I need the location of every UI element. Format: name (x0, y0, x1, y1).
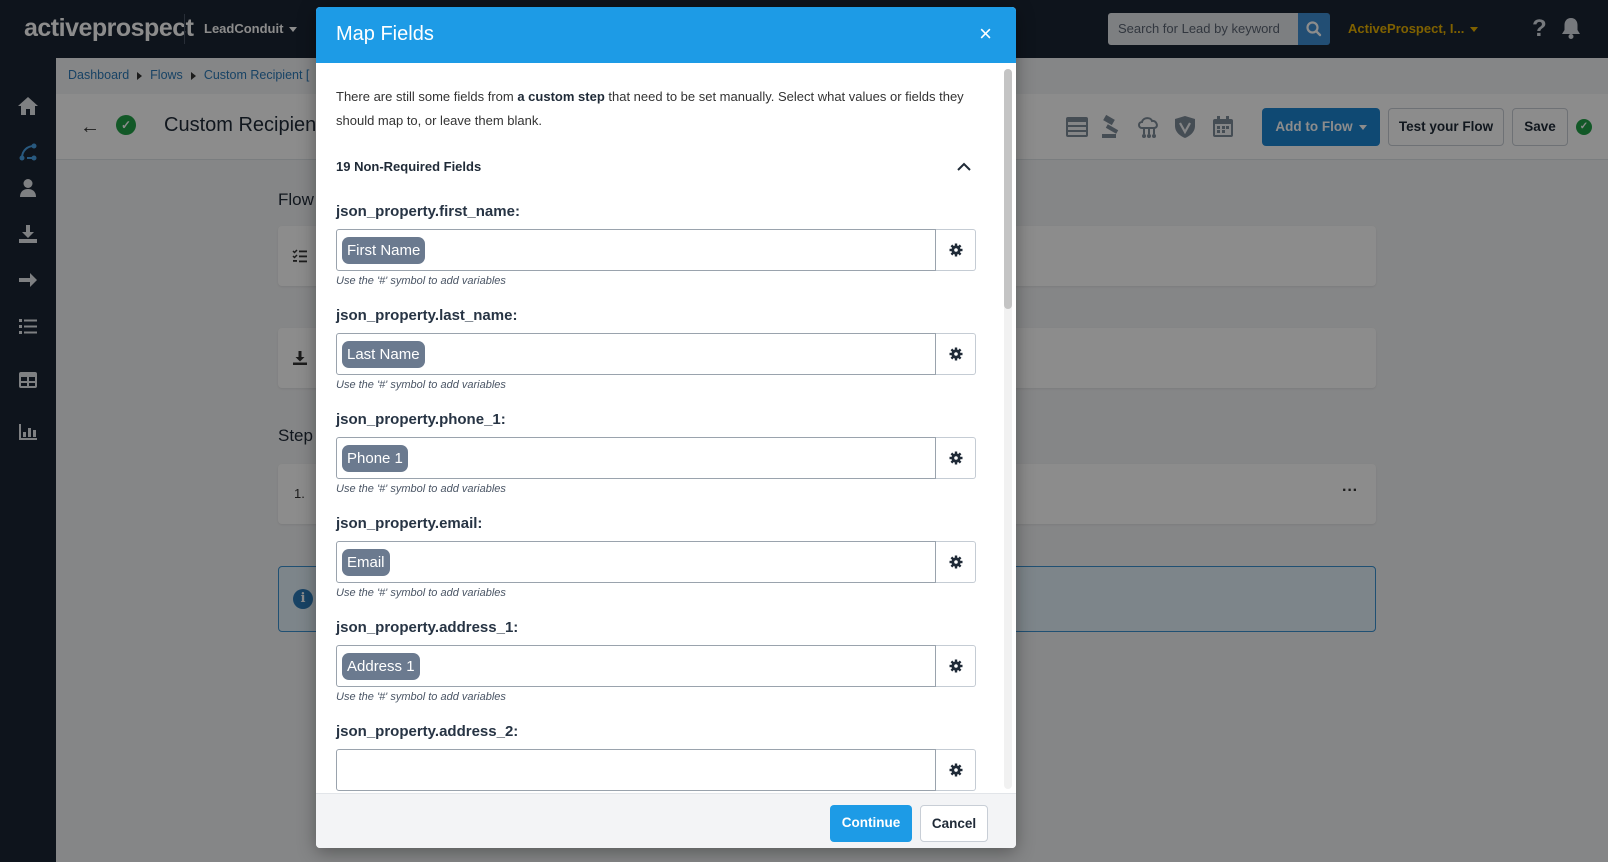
field-first-name: json_property.first_name: First Name Use… (336, 203, 976, 307)
gear-icon (949, 451, 962, 465)
first-name-mapping-input[interactable]: First Name (336, 229, 936, 271)
modal-title: Map Fields (336, 23, 434, 45)
gear-icon (949, 763, 962, 777)
field-settings-button[interactable] (936, 749, 976, 791)
variable-token[interactable]: Address 1 (342, 653, 420, 680)
intro-text-emphasis: a custom step (517, 89, 605, 104)
field-hint: Use the '#' symbol to add variables (336, 691, 506, 703)
field-address-1: json_property.address_1: Address 1 Use t… (336, 619, 976, 723)
field-phone-1: json_property.phone_1: Phone 1 Use the '… (336, 411, 976, 515)
field-email: json_property.email: Email Use the '#' s… (336, 515, 976, 619)
non-required-fields-heading[interactable]: 19 Non-Required Fields (336, 159, 481, 174)
continue-button[interactable]: Continue (830, 805, 912, 842)
field-label: json_property.address_2: (336, 723, 519, 740)
email-mapping-input[interactable]: Email (336, 541, 936, 583)
variable-token[interactable]: Last Name (342, 341, 425, 368)
field-settings-button[interactable] (936, 645, 976, 687)
last-name-mapping-input[interactable]: Last Name (336, 333, 936, 375)
field-settings-button[interactable] (936, 437, 976, 479)
gear-icon (949, 243, 962, 257)
field-label: json_property.first_name: (336, 203, 520, 220)
field-hint: Use the '#' symbol to add variables (336, 587, 506, 599)
field-label: json_property.phone_1: (336, 411, 506, 428)
field-hint: Use the '#' symbol to add variables (336, 483, 506, 495)
field-hint: Use the '#' symbol to add variables (336, 379, 506, 391)
field-hint: Use the '#' symbol to add variables (336, 275, 506, 287)
field-settings-button[interactable] (936, 229, 976, 271)
gear-icon (949, 555, 962, 569)
modal-scrollbar-thumb[interactable] (1004, 69, 1012, 309)
field-address-2: json_property.address_2: (336, 723, 976, 793)
field-settings-button[interactable] (936, 541, 976, 583)
field-settings-button[interactable] (936, 333, 976, 375)
field-label: json_property.address_1: (336, 619, 519, 636)
intro-text-start: There are still some fields from (336, 89, 518, 104)
address-1-mapping-input[interactable]: Address 1 (336, 645, 936, 687)
address-2-mapping-input[interactable] (336, 749, 936, 791)
field-label: json_property.email: (336, 515, 483, 532)
variable-token[interactable]: Email (342, 549, 390, 576)
gear-icon (949, 659, 962, 673)
variable-token[interactable]: Phone 1 (342, 445, 408, 472)
field-last-name: json_property.last_name: Last Name Use t… (336, 307, 976, 411)
cancel-button[interactable]: Cancel (920, 805, 988, 842)
intro-text: There are still some fields from a custo… (336, 85, 976, 133)
chevron-up-icon[interactable] (956, 159, 972, 175)
map-fields-modal: Map Fields × There are still some fields… (316, 7, 1016, 848)
field-label: json_property.last_name: (336, 307, 518, 324)
modal-footer: Continue Cancel (316, 793, 1016, 848)
phone-1-mapping-input[interactable]: Phone 1 (336, 437, 936, 479)
modal-header: Map Fields × (316, 7, 1016, 63)
close-icon[interactable]: × (979, 23, 992, 45)
modal-body: There are still some fields from a custo… (316, 63, 1016, 793)
gear-icon (949, 347, 962, 361)
variable-token[interactable]: First Name (342, 237, 426, 264)
